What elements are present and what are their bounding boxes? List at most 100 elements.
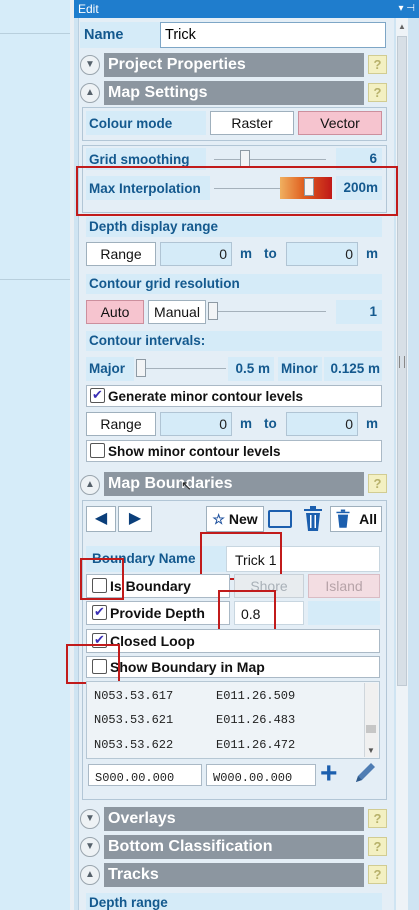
section-bottom-classification[interactable]: Bottom Classification bbox=[104, 835, 364, 859]
highlight-box bbox=[200, 532, 282, 580]
new-lat-value: S000.00.000 bbox=[95, 771, 175, 785]
section-project-properties[interactable]: Project Properties bbox=[104, 53, 364, 77]
panel-title: Edit bbox=[78, 2, 99, 16]
contour-grid-slider-track[interactable] bbox=[212, 311, 326, 312]
scroll-up-icon[interactable]: ▲ bbox=[398, 22, 406, 31]
map-canvas-area[interactable] bbox=[0, 0, 75, 910]
delete-all-button[interactable]: All bbox=[330, 506, 382, 532]
generate-minor-label: Generate minor contour levels bbox=[108, 389, 304, 404]
highlight-box bbox=[66, 644, 120, 684]
edit-pencil-icon[interactable] bbox=[352, 760, 378, 786]
generate-minor-checkbox[interactable]: ✔ bbox=[90, 388, 105, 403]
new-lon-value: W000.00.000 bbox=[213, 771, 293, 785]
contour-intervals-label: Contour intervals: bbox=[89, 333, 206, 348]
add-point-icon[interactable]: + bbox=[320, 759, 338, 789]
folder-icon[interactable] bbox=[268, 510, 292, 528]
trash-icon[interactable] bbox=[302, 506, 324, 532]
scroll-grip-icon bbox=[399, 356, 405, 368]
help-icon[interactable]: ? bbox=[368, 55, 387, 74]
help-icon[interactable]: ? bbox=[368, 809, 387, 828]
name-label: Name bbox=[84, 27, 124, 43]
minor-value: 0.125 m bbox=[324, 357, 382, 381]
collapse-chevron-icon[interactable]: ▲ bbox=[80, 865, 100, 885]
colour-mode-label: Colour mode bbox=[89, 116, 173, 131]
show-minor-label: Show minor contour levels bbox=[108, 444, 281, 459]
major-slider-thumb[interactable] bbox=[136, 359, 146, 377]
range2-to-input[interactable]: 0 bbox=[286, 412, 358, 436]
expand-chevron-icon[interactable]: ▼ bbox=[80, 55, 100, 75]
collapse-chevron-icon[interactable]: ▲ bbox=[80, 83, 100, 103]
unit-m: m bbox=[240, 416, 253, 431]
to-label: to bbox=[264, 416, 277, 431]
closed-loop-label: Closed Loop bbox=[110, 633, 195, 649]
coord-lat[interactable]: N053.53.617 bbox=[94, 689, 173, 703]
mouse-cursor-icon: ↖ bbox=[181, 478, 192, 493]
provide-depth-spare bbox=[308, 601, 380, 625]
major-label: Major bbox=[89, 361, 126, 376]
unit-m: m bbox=[240, 246, 253, 261]
raster-button[interactable]: Raster bbox=[210, 111, 294, 135]
island-button[interactable]: Island bbox=[308, 574, 380, 598]
name-input[interactable]: Trick bbox=[160, 22, 386, 48]
show-in-map-label: Show Boundary in Map bbox=[110, 659, 265, 675]
coord-lat[interactable]: N053.53.621 bbox=[94, 713, 173, 727]
expand-chevron-icon[interactable]: ▼ bbox=[80, 809, 100, 829]
range2-button[interactable]: Range bbox=[86, 412, 156, 436]
divider bbox=[0, 279, 70, 280]
help-icon[interactable]: ? bbox=[368, 865, 387, 884]
auto-button[interactable]: Auto bbox=[86, 300, 144, 324]
provide-depth-label: Provide Depth bbox=[110, 605, 205, 621]
new-lat-input[interactable]: S000.00.000 bbox=[88, 764, 202, 786]
new-lon-input[interactable]: W000.00.000 bbox=[206, 764, 316, 786]
collapse-chevron-icon[interactable]: ▲ bbox=[80, 475, 100, 495]
tracks-depth-range-label: Depth range bbox=[89, 895, 168, 910]
next-arrow-icon[interactable]: ▶ bbox=[118, 506, 152, 532]
to-label: to bbox=[264, 246, 277, 261]
manual-button[interactable]: Manual bbox=[148, 300, 206, 324]
scroll-down-icon[interactable]: ▼ bbox=[367, 746, 375, 755]
trash-icon bbox=[335, 509, 351, 536]
coord-lat[interactable]: N053.53.622 bbox=[94, 738, 173, 752]
unit-m: m bbox=[366, 246, 379, 261]
range-button[interactable]: Range bbox=[86, 242, 156, 266]
all-button-label: All bbox=[359, 511, 377, 527]
new-button-label: New bbox=[228, 511, 258, 527]
contour-grid-label: Contour grid resolution bbox=[89, 276, 240, 291]
new-boundary-button[interactable]: ☆ New bbox=[206, 506, 264, 532]
section-overlays[interactable]: Overlays bbox=[104, 807, 364, 831]
highlight-box bbox=[80, 558, 124, 600]
grid-smoothing-label: Grid smoothing bbox=[89, 152, 190, 167]
coord-lon[interactable]: E011.26.483 bbox=[216, 713, 295, 727]
coord-lon[interactable]: E011.26.509 bbox=[216, 689, 295, 703]
help-icon[interactable]: ? bbox=[368, 837, 387, 856]
star-icon: ☆ bbox=[212, 511, 225, 527]
show-minor-checkbox[interactable] bbox=[90, 443, 105, 458]
help-icon[interactable]: ? bbox=[368, 474, 387, 493]
minor-label: Minor bbox=[281, 361, 318, 376]
depth-to-input[interactable]: 0 bbox=[286, 242, 358, 266]
depth-display-range-label: Depth display range bbox=[89, 219, 219, 234]
prev-arrow-icon[interactable]: ◀ bbox=[86, 506, 116, 532]
highlight-box bbox=[76, 166, 398, 216]
pin-icon[interactable]: ▾ ⊣ bbox=[398, 0, 415, 18]
contour-grid-slider-thumb[interactable] bbox=[208, 302, 218, 320]
help-icon[interactable]: ? bbox=[368, 83, 387, 102]
grid-smoothing-slider-track[interactable] bbox=[214, 159, 326, 160]
range2-from-input[interactable]: 0 bbox=[160, 412, 232, 436]
expand-chevron-icon[interactable]: ▼ bbox=[80, 837, 100, 857]
section-map-settings[interactable]: Map Settings bbox=[104, 81, 364, 105]
panel-titlebar: Edit ▾ ⊣ bbox=[74, 0, 419, 18]
major-value: 0.5 m bbox=[228, 357, 274, 381]
divider bbox=[0, 33, 70, 34]
provide-depth-checkbox[interactable]: ✔ bbox=[92, 605, 107, 620]
major-slider-track[interactable] bbox=[138, 368, 226, 369]
depth-from-input[interactable]: 0 bbox=[160, 242, 232, 266]
section-tracks[interactable]: Tracks bbox=[104, 863, 364, 887]
vector-button[interactable]: Vector bbox=[298, 111, 382, 135]
unit-m: m bbox=[366, 416, 379, 431]
coordinate-list-scroll-thumb[interactable] bbox=[366, 725, 376, 733]
section-map-boundaries[interactable]: Map Boundaries bbox=[104, 472, 364, 496]
highlight-box bbox=[218, 590, 276, 634]
coord-lon[interactable]: E011.26.472 bbox=[216, 738, 295, 752]
contour-grid-value: 1 bbox=[336, 300, 382, 324]
